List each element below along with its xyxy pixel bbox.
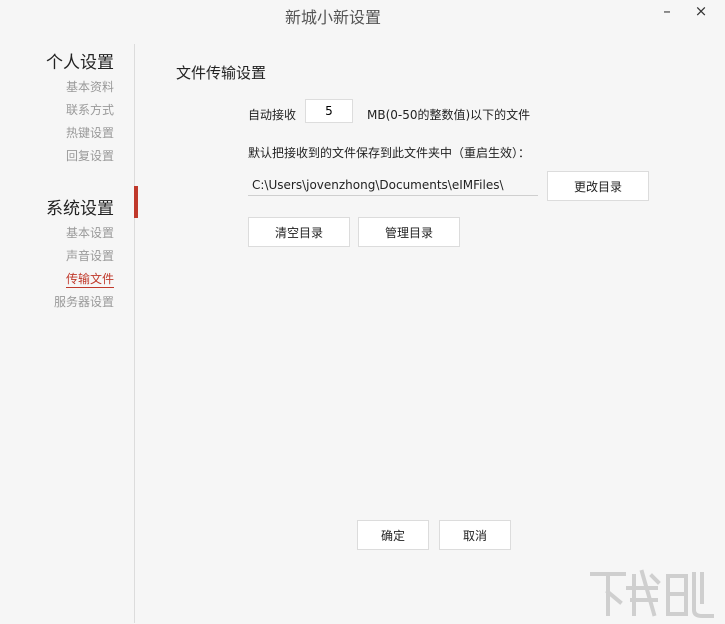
group-title-system: 系统设置 [46,199,114,219]
settings-sidebar: 个人设置 基本资料 联系方式 热键设置 回复设置 系统设置 基本设置 声音设置 … [0,36,136,623]
sidebar-item-label: 联系方式 [65,103,114,117]
auto-receive-label: 自动接收 [248,108,297,122]
save-path-label: 默认把接收到的文件保存到此文件夹中（重启生效）： [248,146,531,160]
clear-directory-button[interactable]: 清空目录 [248,217,350,247]
sidebar-item-label: 传输文件 [65,272,114,288]
auto-receive-size-input[interactable] [305,99,353,123]
sidebar-item-server[interactable]: 服务器设置 [0,293,136,310]
sidebar-item-sound[interactable]: 声音设置 [0,247,136,264]
group-title-personal: 个人设置 [46,53,114,73]
save-path-field[interactable] [248,174,538,196]
sidebar-item-contact[interactable]: 联系方式 [0,101,136,118]
sidebar-item-label: 热键设置 [65,126,114,140]
manage-directory-button[interactable]: 管理目录 [358,217,460,247]
cancel-button[interactable]: 取消 [439,520,511,550]
sidebar-item-basic-settings[interactable]: 基本设置 [0,224,136,241]
sidebar-item-reply[interactable]: 回复设置 [0,147,136,164]
sidebar-divider [134,44,135,623]
window-title: 新城小新设置 [284,8,381,27]
watermark-logo-icon [590,569,714,618]
sidebar-item-label: 回复设置 [65,149,114,163]
settings-content: 文件传输设置 自动接收 MB(0-50的整数值)以下的文件 默认把接收到的文件保… [136,36,725,623]
sidebar-item-basic-profile[interactable]: 基本资料 [0,78,136,95]
ok-button[interactable]: 确定 [357,520,429,550]
sidebar-item-label: 声音设置 [65,249,114,263]
watermark-logo [588,566,718,620]
sidebar-item-label: 服务器设置 [53,295,114,309]
sidebar-item-label: 基本资料 [65,80,114,94]
minimize-button[interactable]: – [656,2,678,22]
section-title: 文件传输设置 [176,64,267,82]
auto-receive-suffix: MB(0-50的整数值)以下的文件 [367,108,531,122]
sidebar-item-hotkeys[interactable]: 热键设置 [0,124,136,141]
close-button[interactable]: × [690,2,712,22]
title-bar: 新城小新设置 – × [0,0,725,36]
sidebar-item-file-transfer[interactable]: 传输文件 [0,270,136,288]
sidebar-item-label: 基本设置 [65,226,114,240]
change-directory-button[interactable]: 更改目录 [547,171,649,201]
